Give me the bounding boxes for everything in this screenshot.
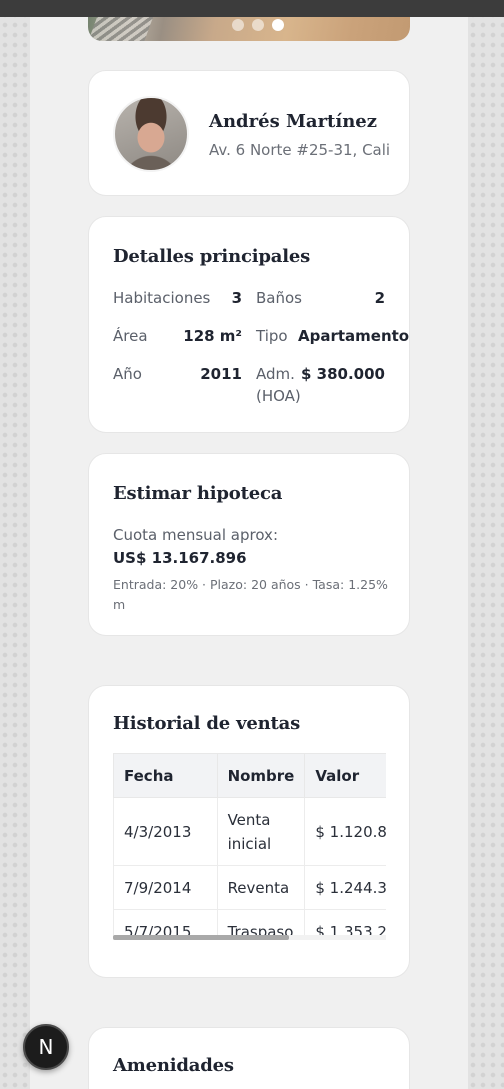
column-header-date: Fecha — [113, 753, 218, 798]
detail-value: 3 — [231, 289, 242, 307]
mortgage-title: Estimar hipoteca — [113, 483, 283, 504]
carousel-dot-1[interactable] — [232, 19, 244, 31]
table-cell: Reventa — [216, 865, 306, 910]
details-card: Detalles principales Habitaciones 3 Baño… — [88, 216, 410, 433]
monthly-payment-label: Cuota mensual aprox: — [113, 526, 278, 544]
detail-value: 2 — [374, 289, 385, 307]
table-horizontal-scrollbar[interactable] — [113, 935, 386, 940]
carousel-dot-3[interactable] — [272, 19, 284, 31]
page-background-right — [468, 0, 504, 1089]
mortgage-card: Estimar hipoteca Cuota mensual aprox: US… — [88, 453, 410, 636]
amenities-card: Amenidades — [88, 1027, 410, 1089]
agent-card: Andrés Martínez Av. 6 Norte #25-31, Cali — [88, 70, 410, 196]
sales-table: Fecha Nombre Valor 4/3/2013 Venta inicia… — [113, 753, 386, 939]
monthly-payment-value: US$ 13.167.896 — [113, 549, 247, 567]
detail-value: Apartamento — [298, 327, 410, 345]
detail-value: $ 380.000 — [301, 365, 385, 383]
sales-history-title: Historial de ventas — [113, 713, 301, 734]
detail-label: Año — [113, 365, 142, 383]
column-header-name: Nombre — [216, 753, 306, 798]
table-row: 4/3/2013 Venta inicial $ 1.120.872.0 — [113, 797, 386, 866]
detail-label: Área — [113, 327, 148, 345]
agent-name: Andrés Martínez — [209, 111, 377, 132]
column-header-value: Valor — [304, 753, 386, 798]
details-title: Detalles principales — [113, 246, 311, 267]
table-cell: $ 1.244.363.5 — [304, 865, 386, 910]
page-background-left — [0, 0, 30, 1089]
table-cell: $ 1.120.872.0 — [304, 797, 386, 866]
table-row: 7/9/2014 Reventa $ 1.244.363.5 — [113, 865, 386, 910]
detail-label: Habitaciones — [113, 289, 211, 307]
detail-label: Tipo — [256, 327, 288, 345]
next-dev-badge[interactable]: N — [23, 1024, 69, 1070]
agent-address: Av. 6 Norte #25-31, Cali — [209, 141, 391, 159]
agent-avatar — [113, 96, 189, 172]
amenities-title: Amenidades — [113, 1055, 234, 1076]
table-cell: Venta inicial — [216, 797, 306, 866]
browser-top-bar — [0, 0, 504, 17]
detail-value: 128 m² — [183, 327, 242, 345]
table-cell: 7/9/2014 — [113, 865, 218, 910]
sales-history-card: Historial de ventas Fecha Nombre Valor 4… — [88, 685, 410, 978]
scrollbar-thumb[interactable] — [113, 935, 289, 940]
detail-value: 2011 — [200, 365, 242, 383]
table-cell: 4/3/2013 — [113, 797, 218, 866]
carousel-dots — [232, 19, 284, 31]
mortgage-terms: Entrada: 20% · Plazo: 20 años · Tasa: 1.… — [113, 577, 388, 612]
sales-table-scroll[interactable]: Fecha Nombre Valor 4/3/2013 Venta inicia… — [113, 753, 386, 939]
table-header-row: Fecha Nombre Valor — [113, 753, 386, 798]
carousel-dot-2[interactable] — [252, 19, 264, 31]
detail-label: Baños — [256, 289, 302, 307]
